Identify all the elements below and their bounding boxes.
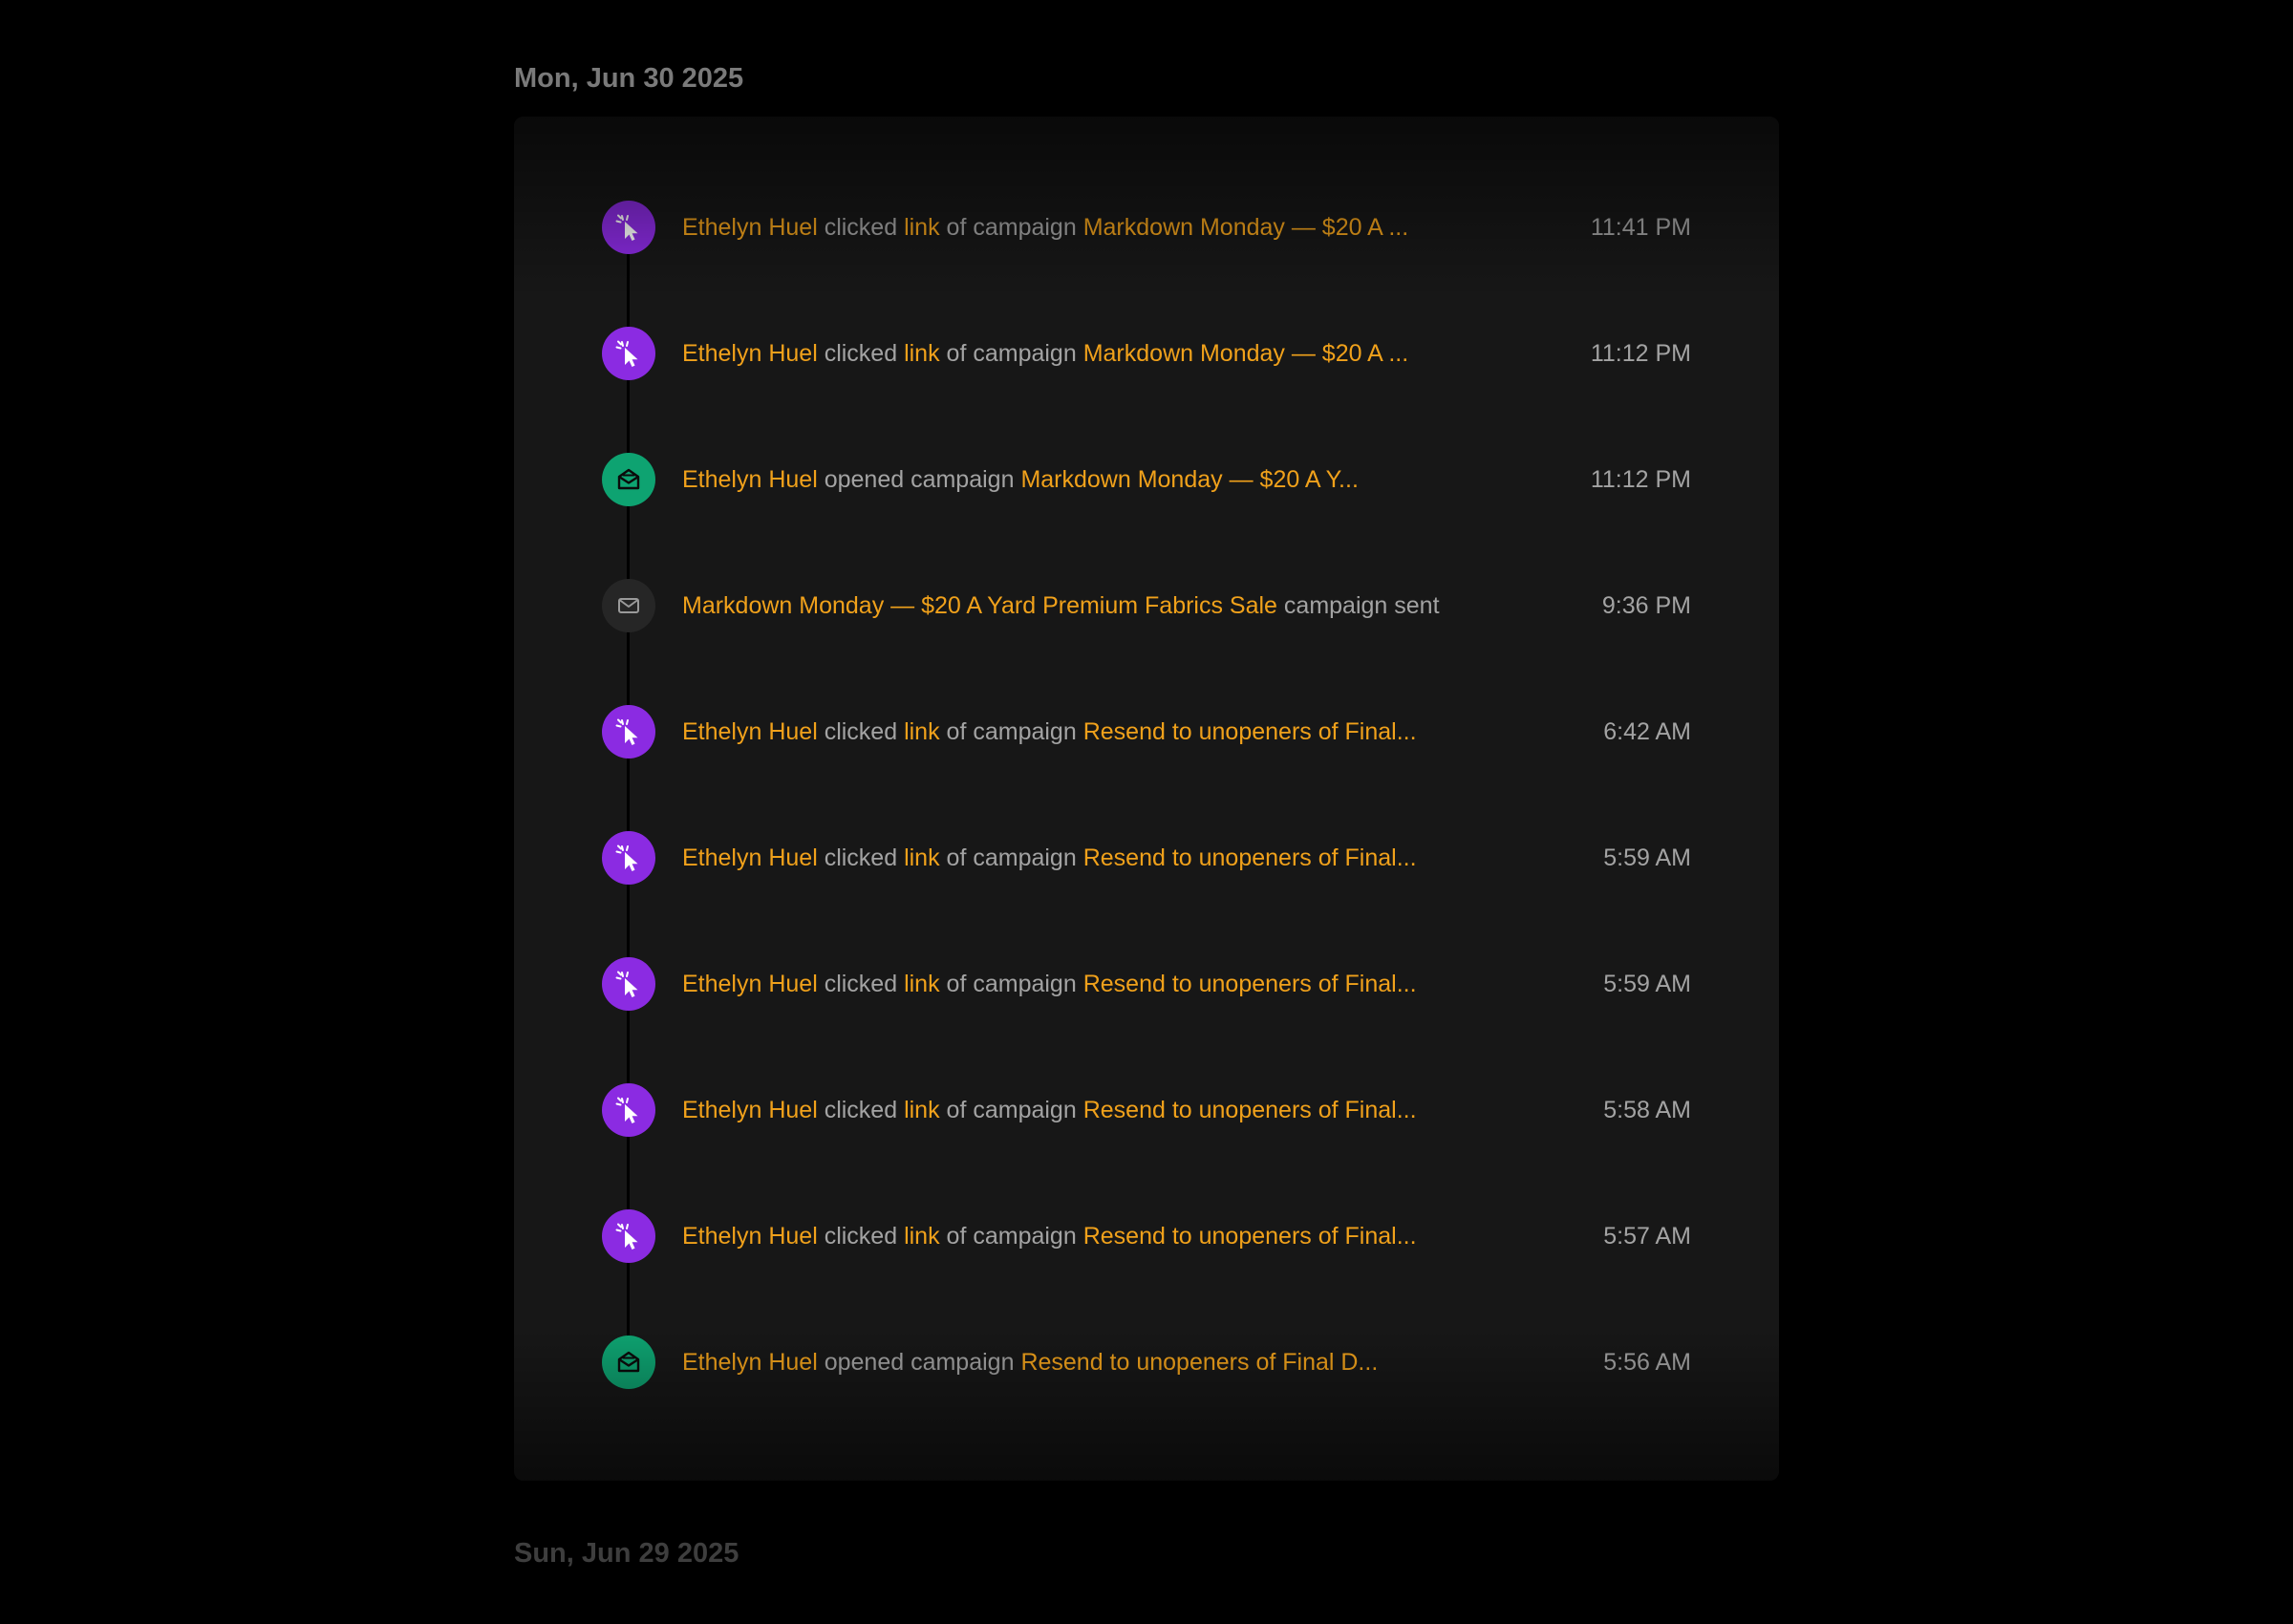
- campaign-link[interactable]: Resend to unopeners of Final...: [1083, 844, 1417, 871]
- campaign-link[interactable]: Markdown Monday — $20 A Y...: [1020, 466, 1358, 493]
- event-verb: of campaign: [946, 718, 1077, 745]
- link-link[interactable]: link: [904, 844, 940, 871]
- event-verb: clicked: [824, 1097, 898, 1123]
- event-row[interactable]: Ethelyn Huel opened campaign Resend to u…: [514, 1336, 1779, 1462]
- event-verb: clicked: [824, 718, 898, 745]
- cursor-click-icon: [602, 831, 655, 885]
- event-description: Ethelyn Huel clicked link of campaign Re…: [682, 1209, 1417, 1263]
- event-verb: opened campaign: [824, 1349, 1015, 1376]
- event-time: 11:12 PM: [1590, 466, 1691, 493]
- envelope-open-icon: [602, 453, 655, 506]
- campaign-link[interactable]: Resend to unopeners of Final...: [1083, 1097, 1417, 1123]
- event-verb: of campaign: [946, 844, 1077, 871]
- cursor-click-icon: [602, 201, 655, 254]
- event-time: 6:42 AM: [1603, 718, 1691, 745]
- event-time: 5:58 AM: [1603, 1097, 1691, 1123]
- cursor-click-icon: [602, 705, 655, 759]
- event-row[interactable]: Ethelyn Huel opened campaign Markdown Mo…: [514, 453, 1779, 579]
- event-verb: of campaign: [946, 1097, 1077, 1123]
- day-heading: Sun, Jun 29 2025: [514, 1538, 739, 1569]
- event-row[interactable]: Ethelyn Huel clicked link of campaign Re…: [514, 1083, 1779, 1209]
- contact-link[interactable]: Ethelyn Huel: [682, 718, 818, 745]
- event-verb: clicked: [824, 1223, 898, 1250]
- day-activity-card: Ethelyn Huel clicked link of campaign Ma…: [514, 117, 1779, 1481]
- event-description: Ethelyn Huel clicked link of campaign Re…: [682, 705, 1417, 759]
- cursor-click-icon: [602, 327, 655, 380]
- event-description: Ethelyn Huel clicked link of campaign Ma…: [682, 201, 1408, 254]
- campaign-link[interactable]: Markdown Monday — $20 A Yard Premium Fab…: [682, 592, 1277, 619]
- event-time: 5:57 AM: [1603, 1223, 1691, 1250]
- event-description: Ethelyn Huel clicked link of campaign Re…: [682, 1083, 1417, 1137]
- event-row[interactable]: Ethelyn Huel clicked link of campaign Re…: [514, 1209, 1779, 1336]
- event-verb: of campaign: [946, 971, 1077, 997]
- link-link[interactable]: link: [904, 340, 940, 367]
- event-row[interactable]: Ethelyn Huel clicked link of campaign Ma…: [514, 327, 1779, 453]
- activity-timeline-page: Mon, Jun 30 2025 Ethelyn Huel clicked li…: [0, 0, 2293, 1624]
- event-list: Ethelyn Huel clicked link of campaign Ma…: [514, 201, 1779, 1462]
- contact-link[interactable]: Ethelyn Huel: [682, 466, 818, 493]
- campaign-link[interactable]: Resend to unopeners of Final...: [1083, 718, 1417, 745]
- event-time: 9:36 PM: [1601, 592, 1691, 619]
- event-row[interactable]: Ethelyn Huel clicked link of campaign Re…: [514, 957, 1779, 1083]
- campaign-link[interactable]: Markdown Monday — $20 A ...: [1083, 340, 1408, 367]
- link-link[interactable]: link: [904, 214, 940, 241]
- campaign-link[interactable]: Resend to unopeners of Final...: [1083, 1223, 1417, 1250]
- event-description: Ethelyn Huel clicked link of campaign Ma…: [682, 327, 1408, 380]
- event-description: Ethelyn Huel clicked link of campaign Re…: [682, 831, 1417, 885]
- event-description: Markdown Monday — $20 A Yard Premium Fab…: [682, 579, 1440, 632]
- event-description: Ethelyn Huel opened campaign Resend to u…: [682, 1336, 1378, 1389]
- event-verb: clicked: [824, 844, 898, 871]
- event-description: Ethelyn Huel opened campaign Markdown Mo…: [682, 453, 1359, 506]
- event-verb: of campaign: [946, 214, 1077, 241]
- event-time: 5:56 AM: [1603, 1349, 1691, 1376]
- event-verb: clicked: [824, 971, 898, 997]
- event-time: 11:41 PM: [1590, 214, 1691, 241]
- campaign-link[interactable]: Resend to unopeners of Final...: [1083, 971, 1417, 997]
- contact-link[interactable]: Ethelyn Huel: [682, 1223, 818, 1250]
- link-link[interactable]: link: [904, 718, 940, 745]
- event-row[interactable]: Markdown Monday — $20 A Yard Premium Fab…: [514, 579, 1779, 705]
- contact-link[interactable]: Ethelyn Huel: [682, 844, 818, 871]
- campaign-link[interactable]: Markdown Monday — $20 A ...: [1083, 214, 1408, 241]
- event-row[interactable]: Ethelyn Huel clicked link of campaign Re…: [514, 831, 1779, 957]
- event-verb: clicked: [824, 340, 898, 367]
- event-verb: of campaign: [946, 1223, 1077, 1250]
- event-description: Ethelyn Huel clicked link of campaign Re…: [682, 957, 1417, 1011]
- event-row[interactable]: Ethelyn Huel clicked link of campaign Re…: [514, 705, 1779, 831]
- day-heading: Mon, Jun 30 2025: [514, 63, 744, 94]
- contact-link[interactable]: Ethelyn Huel: [682, 1349, 818, 1376]
- link-link[interactable]: link: [904, 1097, 940, 1123]
- link-link[interactable]: link: [904, 1223, 940, 1250]
- event-verb: opened campaign: [824, 466, 1015, 493]
- cursor-click-icon: [602, 1209, 655, 1263]
- event-verb: clicked: [824, 214, 898, 241]
- contact-link[interactable]: Ethelyn Huel: [682, 971, 818, 997]
- event-suffix: campaign sent: [1283, 592, 1440, 619]
- contact-link[interactable]: Ethelyn Huel: [682, 214, 818, 241]
- link-link[interactable]: link: [904, 971, 940, 997]
- envelope-open-icon: [602, 1336, 655, 1389]
- event-time: 5:59 AM: [1603, 844, 1691, 871]
- cursor-click-icon: [602, 957, 655, 1011]
- campaign-link[interactable]: Resend to unopeners of Final D...: [1020, 1349, 1378, 1376]
- event-time: 11:12 PM: [1590, 340, 1691, 367]
- contact-link[interactable]: Ethelyn Huel: [682, 1097, 818, 1123]
- cursor-click-icon: [602, 1083, 655, 1137]
- envelope-icon: [602, 579, 655, 632]
- event-row[interactable]: Ethelyn Huel clicked link of campaign Ma…: [514, 201, 1779, 327]
- event-verb: of campaign: [946, 340, 1077, 367]
- contact-link[interactable]: Ethelyn Huel: [682, 340, 818, 367]
- event-time: 5:59 AM: [1603, 971, 1691, 997]
